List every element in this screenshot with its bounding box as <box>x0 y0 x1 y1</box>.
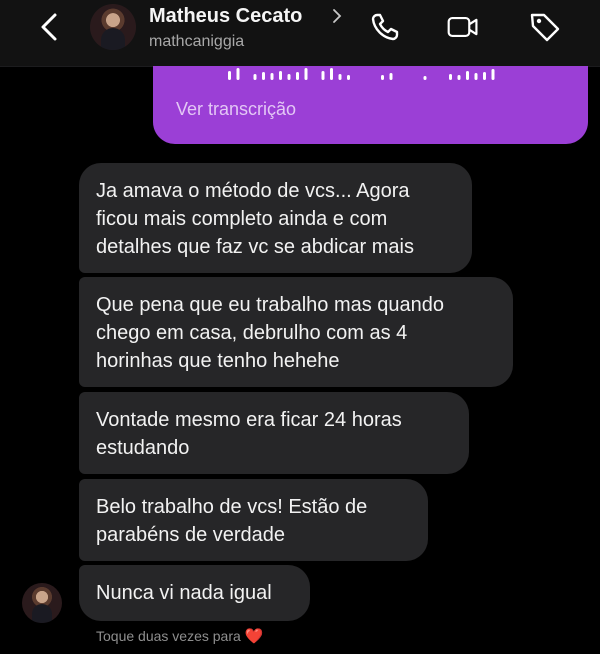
video-icon[interactable] <box>446 10 480 44</box>
message-bubble[interactable]: Vontade mesmo era ficar 24 horas estudan… <box>79 392 469 474</box>
waveform-bar <box>330 68 333 80</box>
message-line: Vontade mesmo era ficar 24 horas <box>96 409 402 431</box>
waveform-bar <box>304 68 308 80</box>
waveform-bar <box>347 75 350 80</box>
waveform-bar <box>287 74 291 80</box>
waveform-bar <box>279 71 282 80</box>
message-line: Nunca vi nada igual <box>96 582 272 604</box>
audio-waveform[interactable] <box>228 66 508 80</box>
waveform-bar <box>296 72 299 80</box>
message-line: horinhas que tenho hehehe <box>96 350 340 372</box>
message-line: chego em casa, debrulho com as 4 <box>96 322 408 344</box>
contact-username: mathcaniggia <box>149 33 245 50</box>
waveform-bar <box>270 73 274 80</box>
message-line: estudando <box>96 437 190 459</box>
waveform-bar <box>253 74 257 80</box>
voice-message-bubble[interactable]: Ver transcrição <box>153 66 588 144</box>
waveform-bar <box>466 71 469 80</box>
waveform-bar <box>389 73 393 80</box>
message-bubble[interactable]: Belo trabalho de vcs! Estão de parabéns … <box>79 479 428 561</box>
view-transcript-link[interactable]: Ver transcrição <box>176 99 296 120</box>
tag-icon[interactable] <box>528 10 562 44</box>
waveform-bar <box>457 75 461 80</box>
waveform-bar <box>449 74 452 80</box>
chat-header: Matheus Cecato mathcaniggia <box>0 0 600 67</box>
message-line: Que pena que eu trabalho mas quando <box>96 294 445 316</box>
waveform-bar <box>381 75 384 80</box>
waveform-bar <box>236 68 240 80</box>
message-bubble[interactable]: Nunca vi nada igual <box>79 565 310 621</box>
message-line: ficou mais completo ainda e com <box>96 208 388 230</box>
message-bubble[interactable]: Que pena que eu trabalho mas quando cheg… <box>79 277 513 387</box>
contact-name[interactable]: Matheus Cecato <box>149 5 302 28</box>
sender-avatar[interactable] <box>22 583 62 623</box>
message-line: detalhes que faz vc se abdicar mais <box>96 236 414 258</box>
double-tap-hint: Toque duas vezes para ❤️ <box>96 627 263 645</box>
message-line: Belo trabalho de vcs! Estão de <box>96 496 368 518</box>
waveform-bar <box>423 76 427 80</box>
waveform-bar <box>262 72 265 80</box>
waveform-bar <box>474 73 478 80</box>
back-icon[interactable] <box>34 10 68 44</box>
contact-avatar[interactable] <box>90 4 136 50</box>
message-line: parabéns de verdade <box>96 524 286 546</box>
waveform-bar <box>491 69 495 80</box>
hint-text: Toque duas vezes para <box>96 628 241 644</box>
waveform-bar <box>228 71 231 80</box>
phone-icon[interactable] <box>368 10 402 44</box>
waveform-bar <box>483 72 486 80</box>
message-line: Ja amava o método de vcs... Agora <box>96 180 410 202</box>
heart-icon: ❤️ <box>244 628 264 645</box>
chevron-right-icon[interactable] <box>330 7 344 25</box>
message-bubble[interactable]: Ja amava o método de vcs... Agora ficou … <box>79 163 472 273</box>
waveform-bar <box>321 71 325 80</box>
waveform-bar <box>338 74 342 80</box>
